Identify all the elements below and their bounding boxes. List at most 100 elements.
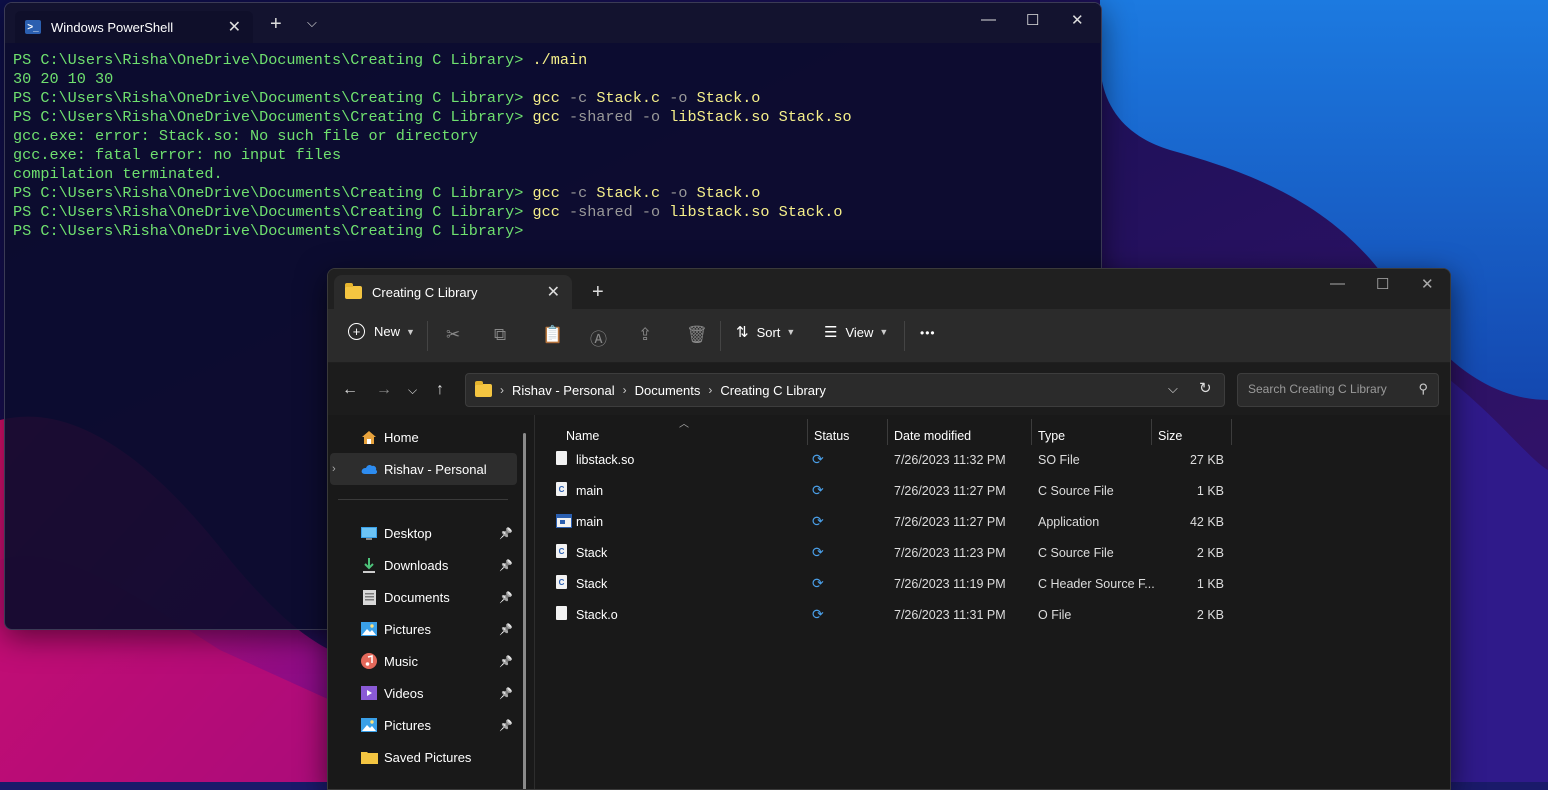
rename-icon[interactable]: Ⓐ xyxy=(590,325,607,350)
file-size: 1 KB xyxy=(1196,577,1224,591)
column-header-status[interactable]: Status xyxy=(814,429,849,443)
terminal-line-text: PS C:\Users\Risha\OneDrive\Documents\Cre… xyxy=(13,222,533,240)
pane-divider[interactable] xyxy=(534,415,535,789)
terminal-line-text: compilation terminated. xyxy=(13,165,223,183)
file-date-modified: 7/26/2023 11:32 PM xyxy=(894,453,1006,467)
sidebar-item-onedrive[interactable]: › Rishav - Personal xyxy=(330,453,517,485)
search-input[interactable] xyxy=(1246,381,1410,397)
column-header-type[interactable]: Type xyxy=(1038,429,1065,443)
file-size: 2 KB xyxy=(1196,546,1224,560)
pin-icon[interactable]: 📌 xyxy=(499,623,513,636)
column-divider[interactable] xyxy=(1151,419,1152,445)
paste-icon[interactable]: 📋 xyxy=(542,325,563,345)
terminal-line: 30 20 10 30 xyxy=(13,70,1093,89)
sidebar-item-saved-pictures[interactable]: Saved Pictures xyxy=(328,741,515,773)
tab-creating-c-library[interactable]: Creating C Library ✕ xyxy=(334,275,572,309)
column-header-size[interactable]: Size xyxy=(1158,429,1182,443)
up-arrow-icon[interactable]: ↑ xyxy=(436,381,444,399)
file-icon xyxy=(556,606,567,620)
file-row[interactable]: libstack.so 7/26/2023 11:32 PM SO File 27 K… xyxy=(546,445,1236,476)
sidebar-scrollbar[interactable] xyxy=(523,433,526,789)
terminal-command-args: -c Stack.c -o Stack.o xyxy=(568,184,761,202)
sidebar-item-label: Home xyxy=(384,429,419,445)
delete-icon[interactable]: 🗑 xyxy=(686,325,708,345)
pin-icon[interactable]: 📌 xyxy=(499,655,513,668)
sort-button[interactable]: ⇅ Sort ▼ xyxy=(736,323,795,341)
sidebar-item-music[interactable]: Music 📌 xyxy=(328,645,515,677)
close-tab-icon[interactable]: ✕ xyxy=(228,17,241,37)
terminal-line-text: 30 20 10 30 xyxy=(13,70,114,88)
file-date-modified: 7/26/2023 11:31 PM xyxy=(894,608,1006,622)
pin-icon[interactable]: 📌 xyxy=(499,719,513,732)
column-divider[interactable] xyxy=(887,419,888,445)
cut-icon[interactable]: ✂ xyxy=(446,325,460,345)
copy-icon[interactable]: ⧉ xyxy=(494,325,506,345)
file-row[interactable]: Cmain 7/26/2023 11:27 PM C Source File 1 KB… xyxy=(546,476,1236,507)
breadcrumb-rishav-personal[interactable]: Rishav - Personal xyxy=(512,383,615,398)
column-divider[interactable] xyxy=(807,419,808,445)
back-arrow-icon[interactable]: ← xyxy=(342,381,358,399)
sidebar-item-desktop[interactable]: Desktop 📌 xyxy=(328,517,515,549)
sidebar-item-videos[interactable]: Videos 📌 xyxy=(328,677,515,709)
breadcrumb-documents[interactable]: Documents xyxy=(635,383,701,398)
column-divider[interactable] xyxy=(1031,419,1032,445)
close-window-button[interactable]: ✕ xyxy=(1421,275,1434,293)
share-icon[interactable]: ⇪ xyxy=(638,325,652,345)
new-button[interactable]: + New ▼ xyxy=(348,323,415,340)
address-bar[interactable]: › Rishav - Personal › Documents › Creati… xyxy=(465,373,1225,407)
chevron-down-icon[interactable]: ⌵ xyxy=(307,15,317,31)
pin-icon[interactable]: 📌 xyxy=(499,591,513,604)
sync-pending-icon: ⟳ xyxy=(812,606,824,622)
view-button[interactable]: ☰ View ▼ xyxy=(824,323,888,341)
file-row[interactable]: main 7/26/2023 11:27 PM Application 42 KB ⟳ xyxy=(546,507,1236,538)
file-explorer-window[interactable]: Creating C Library ✕ + — ☐ ✕ + New ▼ ✂ ⧉… xyxy=(327,268,1451,790)
pin-icon[interactable]: 📌 xyxy=(499,527,513,540)
pin-icon[interactable]: 📌 xyxy=(499,559,513,572)
column-divider[interactable] xyxy=(1231,419,1232,445)
recent-locations-chevron-icon[interactable]: ⌵ xyxy=(408,383,417,398)
tab-windows-powershell[interactable]: >_ Windows PowerShell ✕ xyxy=(15,11,253,43)
explorer-titlebar[interactable]: Creating C Library ✕ + — ☐ ✕ xyxy=(328,269,1450,309)
file-date-modified: 7/26/2023 11:27 PM xyxy=(894,515,1006,529)
sidebar-item-label: Rishav - Personal xyxy=(384,461,487,477)
terminal-line: PS C:\Users\Risha\OneDrive\Documents\Cre… xyxy=(13,89,1093,108)
forward-arrow-icon[interactable]: → xyxy=(376,381,392,399)
maximize-button[interactable]: ☐ xyxy=(1026,11,1039,29)
close-window-button[interactable]: ✕ xyxy=(1071,11,1084,29)
minimize-button[interactable]: — xyxy=(1330,275,1345,292)
terminal-line: gcc.exe: error: Stack.so: No such file o… xyxy=(13,127,1093,146)
chevron-down-icon[interactable]: ⌵ xyxy=(1168,381,1178,397)
sidebar-item-documents[interactable]: Documents 📌 xyxy=(328,581,515,613)
column-header-date-modified[interactable]: Date modified xyxy=(894,429,971,443)
minimize-button[interactable]: — xyxy=(981,11,996,28)
terminal-titlebar[interactable]: >_ Windows PowerShell ✕ + ⌵ — ☐ ✕ xyxy=(5,3,1101,43)
new-tab-button[interactable]: + xyxy=(270,13,282,36)
sidebar-item-home[interactable]: Home xyxy=(328,421,515,453)
toolbar-divider xyxy=(720,321,721,351)
sidebar-item-pictures[interactable]: Pictures 📌 xyxy=(328,709,515,741)
maximize-button[interactable]: ☐ xyxy=(1376,275,1389,293)
new-tab-button[interactable]: + xyxy=(592,281,604,304)
refresh-icon[interactable]: ↻ xyxy=(1199,379,1212,397)
file-row[interactable]: C Stack 7/26/2023 11:23 PM C Source File 2 K… xyxy=(546,538,1236,569)
search-icon[interactable]: ⚲ xyxy=(1418,381,1428,397)
file-row[interactable]: Stack.o 7/26/2023 11:31 PM O File 2 KB ⟳ xyxy=(546,600,1236,631)
sidebar-item-label: Saved Pictures xyxy=(384,749,472,765)
file-name: libstack.so xyxy=(576,453,635,467)
sidebar-item-downloads[interactable]: Downloads 📌 xyxy=(328,549,515,581)
terminal-command: gcc xyxy=(532,108,560,126)
toolbar-divider xyxy=(904,321,905,351)
pin-icon[interactable]: 📌 xyxy=(499,687,513,700)
file-date-modified: 7/26/2023 11:27 PM xyxy=(894,484,1006,498)
search-box[interactable]: ⚲ xyxy=(1237,373,1439,407)
close-tab-icon[interactable]: ✕ xyxy=(547,282,560,302)
terminal-output[interactable]: PS C:\Users\Risha\OneDrive\Documents\Cre… xyxy=(13,51,1093,241)
sidebar-item-label: Music xyxy=(384,653,418,669)
expand-chevron-icon[interactable]: › xyxy=(332,463,344,475)
sidebar-item-pictures[interactable]: Pictures 📌 xyxy=(328,613,515,645)
see-more-button[interactable]: ••• xyxy=(920,326,936,340)
file-row[interactable]: C Stack 7/26/2023 11:19 PM C Header Source … xyxy=(546,569,1236,600)
column-header-name[interactable]: Name xyxy=(566,429,599,443)
breadcrumb-creating-c-library[interactable]: Creating C Library xyxy=(720,383,826,398)
add-circle-icon: + xyxy=(348,323,365,340)
